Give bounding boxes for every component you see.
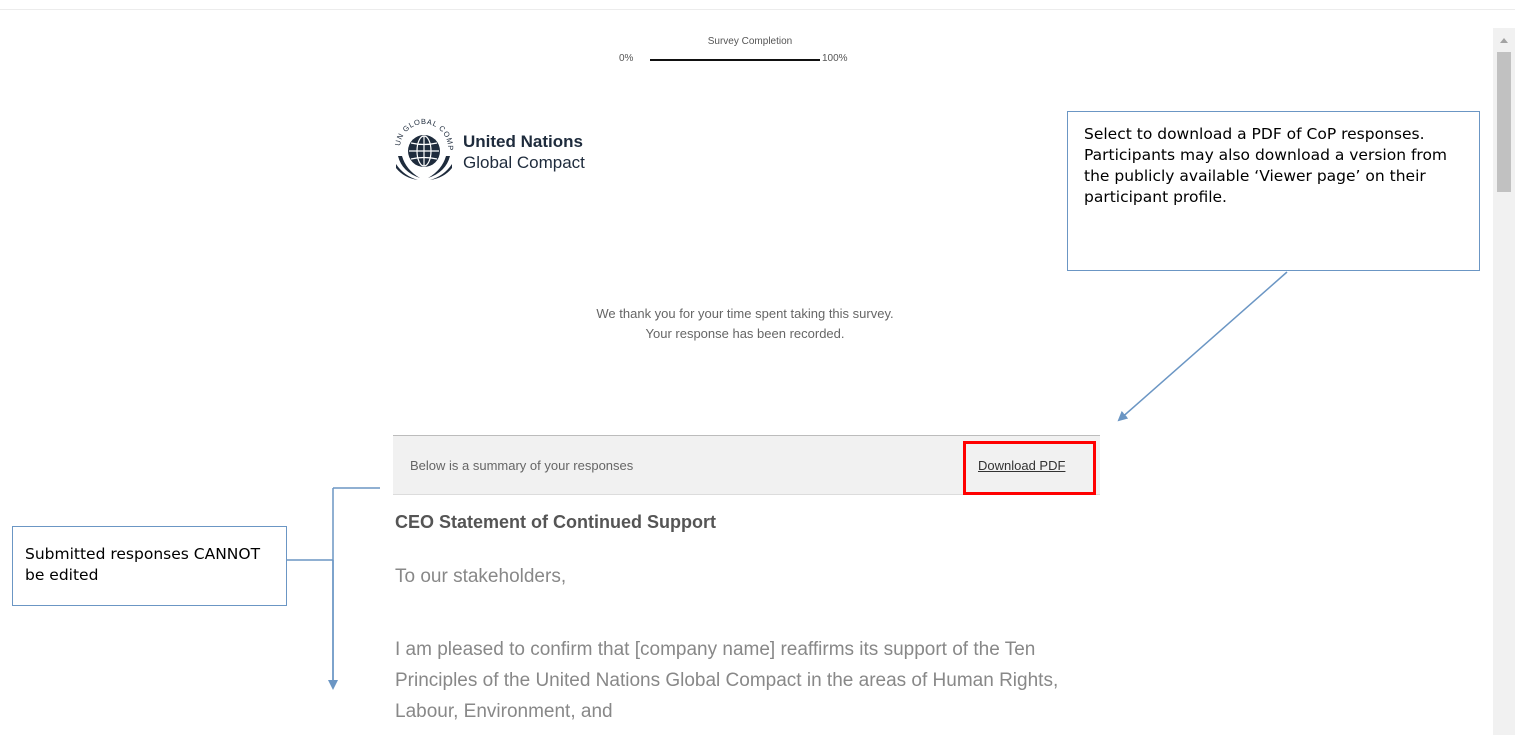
vertical-scrollbar[interactable] (1493, 28, 1515, 735)
thank-you-message: We thank you for your time spent taking … (395, 304, 1095, 344)
progress-start-label: 0% (619, 53, 634, 64)
logo-line-united-nations: United Nations (463, 132, 583, 151)
statement-greeting: To our stakeholders, (395, 566, 567, 587)
download-pdf-highlight-box (963, 441, 1096, 495)
survey-completion-progress: Survey Completion 0% 100% (600, 36, 900, 76)
scrollbar-thumb[interactable] (1497, 52, 1511, 192)
edit-callout-connector (287, 487, 380, 688)
statement-paragraph: I am pleased to confirm that [company na… (395, 639, 1059, 722)
top-border (0, 0, 1515, 10)
progress-fill (650, 59, 820, 61)
pdf-callout-arrow (1117, 271, 1288, 422)
un-globe-emblem-icon: UN GLOBAL COMPACT (392, 112, 454, 180)
logo-line-global-compact: Global Compact (463, 153, 585, 172)
thank-you-line-1: We thank you for your time spent taking … (596, 306, 894, 321)
un-global-compact-logo: UN GLOBAL COMPACT United Nations Global … (392, 112, 652, 184)
section-heading: CEO Statement of Continued Support (395, 512, 716, 532)
progress-end-label: 100% (822, 53, 848, 64)
progress-title: Survey Completion (707, 36, 793, 47)
callout-responses-not-editable: Submitted responses CANNOT be edited (12, 526, 287, 606)
callout-download-pdf-note: Select to download a PDF of CoP response… (1067, 111, 1480, 271)
progress-track (650, 59, 820, 61)
triangle-up-icon[interactable] (1493, 34, 1515, 46)
summary-text: Below is a summary of your responses (410, 458, 634, 473)
thank-you-line-2: Your response has been recorded. (645, 326, 845, 341)
